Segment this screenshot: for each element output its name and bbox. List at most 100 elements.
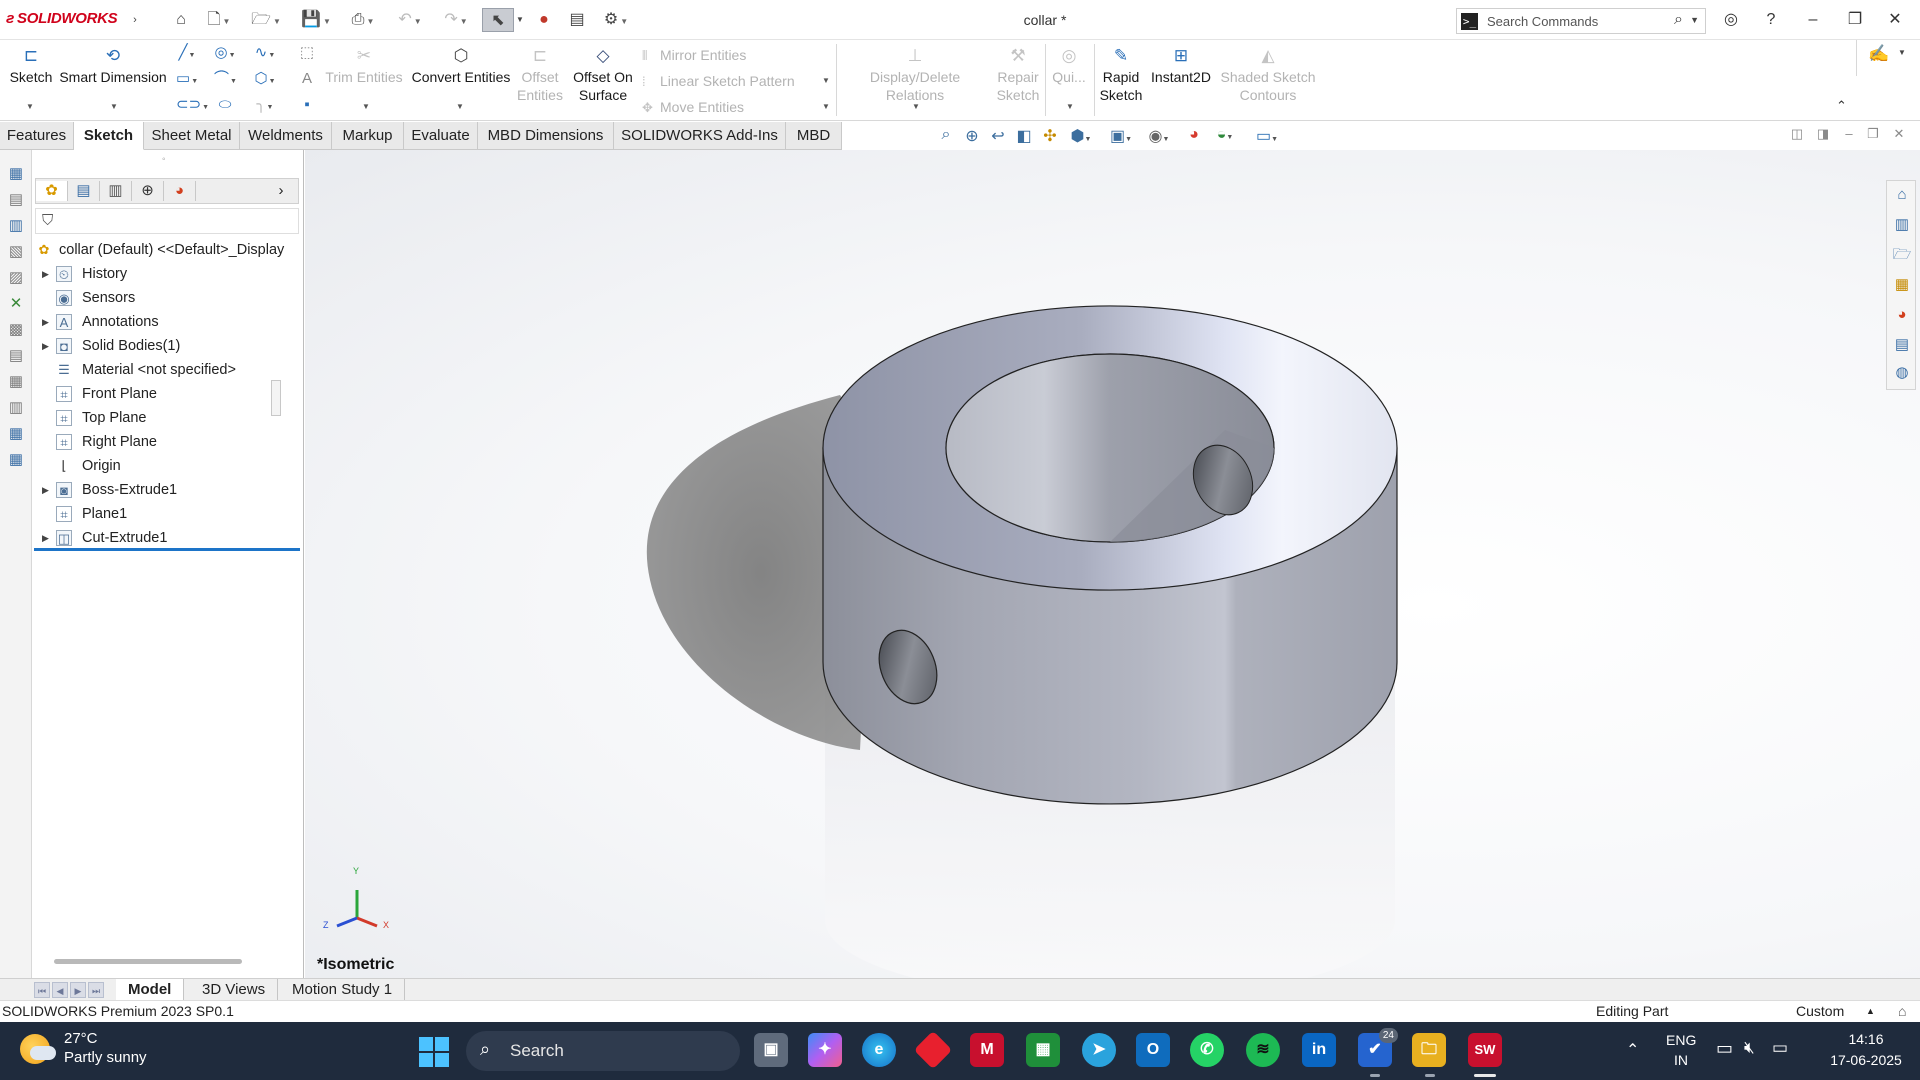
expand-arrow-icon[interactable]: ▶ <box>42 334 49 358</box>
table-icon[interactable]: ▦ <box>6 164 26 184</box>
viewport-minimize-icon[interactable]: – <box>1838 126 1860 141</box>
trim-entities-button[interactable]: ✂ Trim Entities <box>324 42 404 86</box>
construction-geometry-tool[interactable]: ⬚ <box>296 44 318 62</box>
restore-icon[interactable]: ❐ <box>1840 6 1870 34</box>
google-classroom-icon[interactable]: ▦ <box>1026 1033 1060 1067</box>
search-commands-box[interactable]: >_ Search Commands ⌕ ▼ <box>1456 8 1706 34</box>
viewport-restore-icon[interactable]: ❐ <box>1862 126 1884 142</box>
tree-item-cut-extrude1[interactable]: ▶ ◫ Cut-Extrude1 <box>32 526 300 550</box>
feature-tree-filter[interactable]: ⛉ <box>35 208 299 234</box>
print-button[interactable]: ⎙ ▼ <box>344 8 382 32</box>
select-button[interactable]: ⬉ <box>482 8 514 32</box>
section-view-icon[interactable]: ◧ <box>1012 126 1036 146</box>
mirror-entities-button[interactable]: ⫴ Mirror Entities <box>642 46 746 65</box>
solidworks-taskbar-icon[interactable]: SW <box>1468 1033 1502 1067</box>
shaded-sketch-contours-button[interactable]: ◭ Shaded Sketch Contours <box>1220 42 1316 104</box>
more-tabs-chevron-icon[interactable]: › <box>266 181 296 201</box>
move-entities-dropdown[interactable]: ▼ <box>822 102 830 111</box>
todo-icon[interactable]: ✔ 24 <box>1358 1028 1398 1067</box>
save-button[interactable]: 💾 ▼ <box>298 8 334 32</box>
undo-button[interactable]: ↶ ▼ <box>392 8 428 32</box>
zoom-to-fit-icon[interactable]: ⌕ <box>934 126 958 144</box>
taskbar-search[interactable]: ⌕ Search <box>466 1031 740 1071</box>
tree-item-material[interactable]: ☰ Material <not specified> <box>32 358 300 382</box>
clock-time[interactable]: 14:16 <box>1816 1031 1916 1047</box>
bom-icon[interactable]: ▦ <box>6 424 26 444</box>
instant2d-button[interactable]: ⊞ Instant2D <box>1148 42 1214 86</box>
tab-motion-study-1[interactable]: Motion Study 1 <box>280 979 406 1001</box>
tab-3d-views[interactable]: 3D Views <box>190 979 279 1001</box>
repair-sketch-button[interactable]: ⚒ Repair Sketch <box>996 42 1040 104</box>
open-button[interactable]: 🗁 ▼ <box>248 8 284 32</box>
feature-tree-horizontal-scrollbar[interactable] <box>54 959 242 964</box>
options-button[interactable]: ⚙ ▼ <box>598 8 634 32</box>
zoom-to-area-icon[interactable]: ⊕ <box>960 126 984 146</box>
offset-entities-button[interactable]: ⊏ Offset Entities <box>512 42 568 104</box>
trim-dropdown[interactable]: ▼ <box>362 102 370 111</box>
tree-item-front-plane[interactable]: ⌗ Front Plane <box>32 382 300 406</box>
solidworks-resources-icon[interactable]: ⌂ <box>1892 185 1912 205</box>
solidworks-logo[interactable]: ƨ SOLIDWORKS <box>6 10 118 27</box>
tree-item-plane1[interactable]: ⌗ Plane1 <box>32 502 300 526</box>
rebuild-icon[interactable]: ● <box>534 8 554 32</box>
viewport-close-icon[interactable]: ✕ <box>1888 126 1910 142</box>
tab-mbd-dimensions[interactable]: MBD Dimensions <box>478 122 614 150</box>
whatsapp-icon[interactable]: ✆ <box>1190 1033 1224 1067</box>
tab-model[interactable]: Model <box>116 979 185 1001</box>
tab-mbd[interactable]: MBD <box>786 122 842 150</box>
collapse-ribbon-icon[interactable]: ⌃ <box>1836 98 1847 114</box>
language-top-label[interactable]: ENG <box>1666 1032 1696 1048</box>
excel-table-icon[interactable]: ✕ <box>6 294 26 314</box>
search-icon[interactable]: ⌕ <box>1674 11 1683 29</box>
user-account-icon[interactable]: ◎ <box>1716 6 1746 34</box>
network-icon[interactable]: ▭ <box>1716 1038 1733 1059</box>
tab-features[interactable]: Features <box>0 122 74 150</box>
line-tool[interactable]: ╱▼ <box>176 44 198 65</box>
outlook-icon[interactable]: O <box>1136 1033 1170 1067</box>
apply-scene-button[interactable]: ◒▼ <box>1208 126 1242 144</box>
unit-system-selector[interactable]: Custom <box>1796 1001 1844 1022</box>
solidworks-forum-icon[interactable]: ◍ <box>1892 363 1912 383</box>
edge-browser-icon[interactable]: e <box>862 1033 896 1067</box>
layer-icon[interactable]: ▤ <box>6 346 26 366</box>
tag-icon[interactable]: ⌂ <box>1898 1001 1906 1022</box>
display-manager-tab-icon[interactable]: ◕ <box>164 181 196 201</box>
tree-item-right-plane[interactable]: ⌗ Right Plane <box>32 430 300 454</box>
redo-button[interactable]: ↷ ▼ <box>438 8 474 32</box>
next-tab-arrow-icon[interactable]: ▶ <box>70 982 86 998</box>
view-list-icon[interactable]: ▨ <box>6 268 26 288</box>
configuration-manager-tab-icon[interactable]: ▥ <box>100 181 132 201</box>
arc-tool[interactable]: ⌒▼ <box>214 70 237 91</box>
expand-arrow-icon[interactable]: ▶ <box>42 478 49 502</box>
tree-item-origin[interactable]: ⌊ Origin <box>32 454 300 478</box>
tab-solidworks-add-ins[interactable]: SOLIDWORKS Add-Ins <box>614 122 786 150</box>
tree-item-annotations[interactable]: ▶ A Annotations <box>32 310 300 334</box>
unit-system-dropdown-icon[interactable]: ▲ <box>1866 1001 1875 1022</box>
language-bottom-label[interactable]: IN <box>1674 1052 1688 1068</box>
property-manager-tab-icon[interactable]: ▤ <box>68 181 100 201</box>
tile-right-icon[interactable]: ◨ <box>1812 126 1834 142</box>
linear-pattern-dropdown[interactable]: ▼ <box>822 76 830 85</box>
view-palette-icon[interactable]: ▤ <box>6 190 26 210</box>
panel-resize-handle[interactable] <box>271 380 281 416</box>
clock-date[interactable]: 17-06-2025 <box>1816 1052 1916 1068</box>
rollback-bar[interactable] <box>34 548 300 551</box>
menu-expand-arrow[interactable]: › <box>128 8 142 32</box>
sketch-dropdown[interactable]: ▼ <box>26 102 34 111</box>
sketch-button[interactable]: ⊏ Sketch <box>6 42 56 86</box>
tree-item-sensors[interactable]: ◉ Sensors <box>32 286 300 310</box>
tab-sheet-metal[interactable]: Sheet Metal <box>144 122 240 150</box>
previous-tab-arrow-icon[interactable]: ◀ <box>52 982 68 998</box>
feature-manager-tab-icon[interactable]: ✿ <box>36 181 68 201</box>
design-library-pane-icon[interactable]: ▥ <box>1892 215 1912 235</box>
hide-show-items-button[interactable]: ◉▼ <box>1142 126 1176 146</box>
tree-item-top-plane[interactable]: ⌗ Top Plane <box>32 406 300 430</box>
ribbon-options-dropdown[interactable]: ▼ <box>1898 48 1906 57</box>
tile-left-icon[interactable]: ◫ <box>1786 126 1808 142</box>
file-explorer-icon[interactable]: ▧ <box>6 242 26 262</box>
view-settings-button[interactable]: ▭▼ <box>1250 126 1284 146</box>
search-dropdown-icon[interactable]: ▼ <box>1690 15 1699 25</box>
tree-item-history[interactable]: ▶ ⏲ History <box>32 262 300 286</box>
quick-snaps-dropdown[interactable]: ▼ <box>1066 102 1074 111</box>
tree-root-part[interactable]: ✿ collar (Default) <<Default>_Display <box>32 238 300 262</box>
